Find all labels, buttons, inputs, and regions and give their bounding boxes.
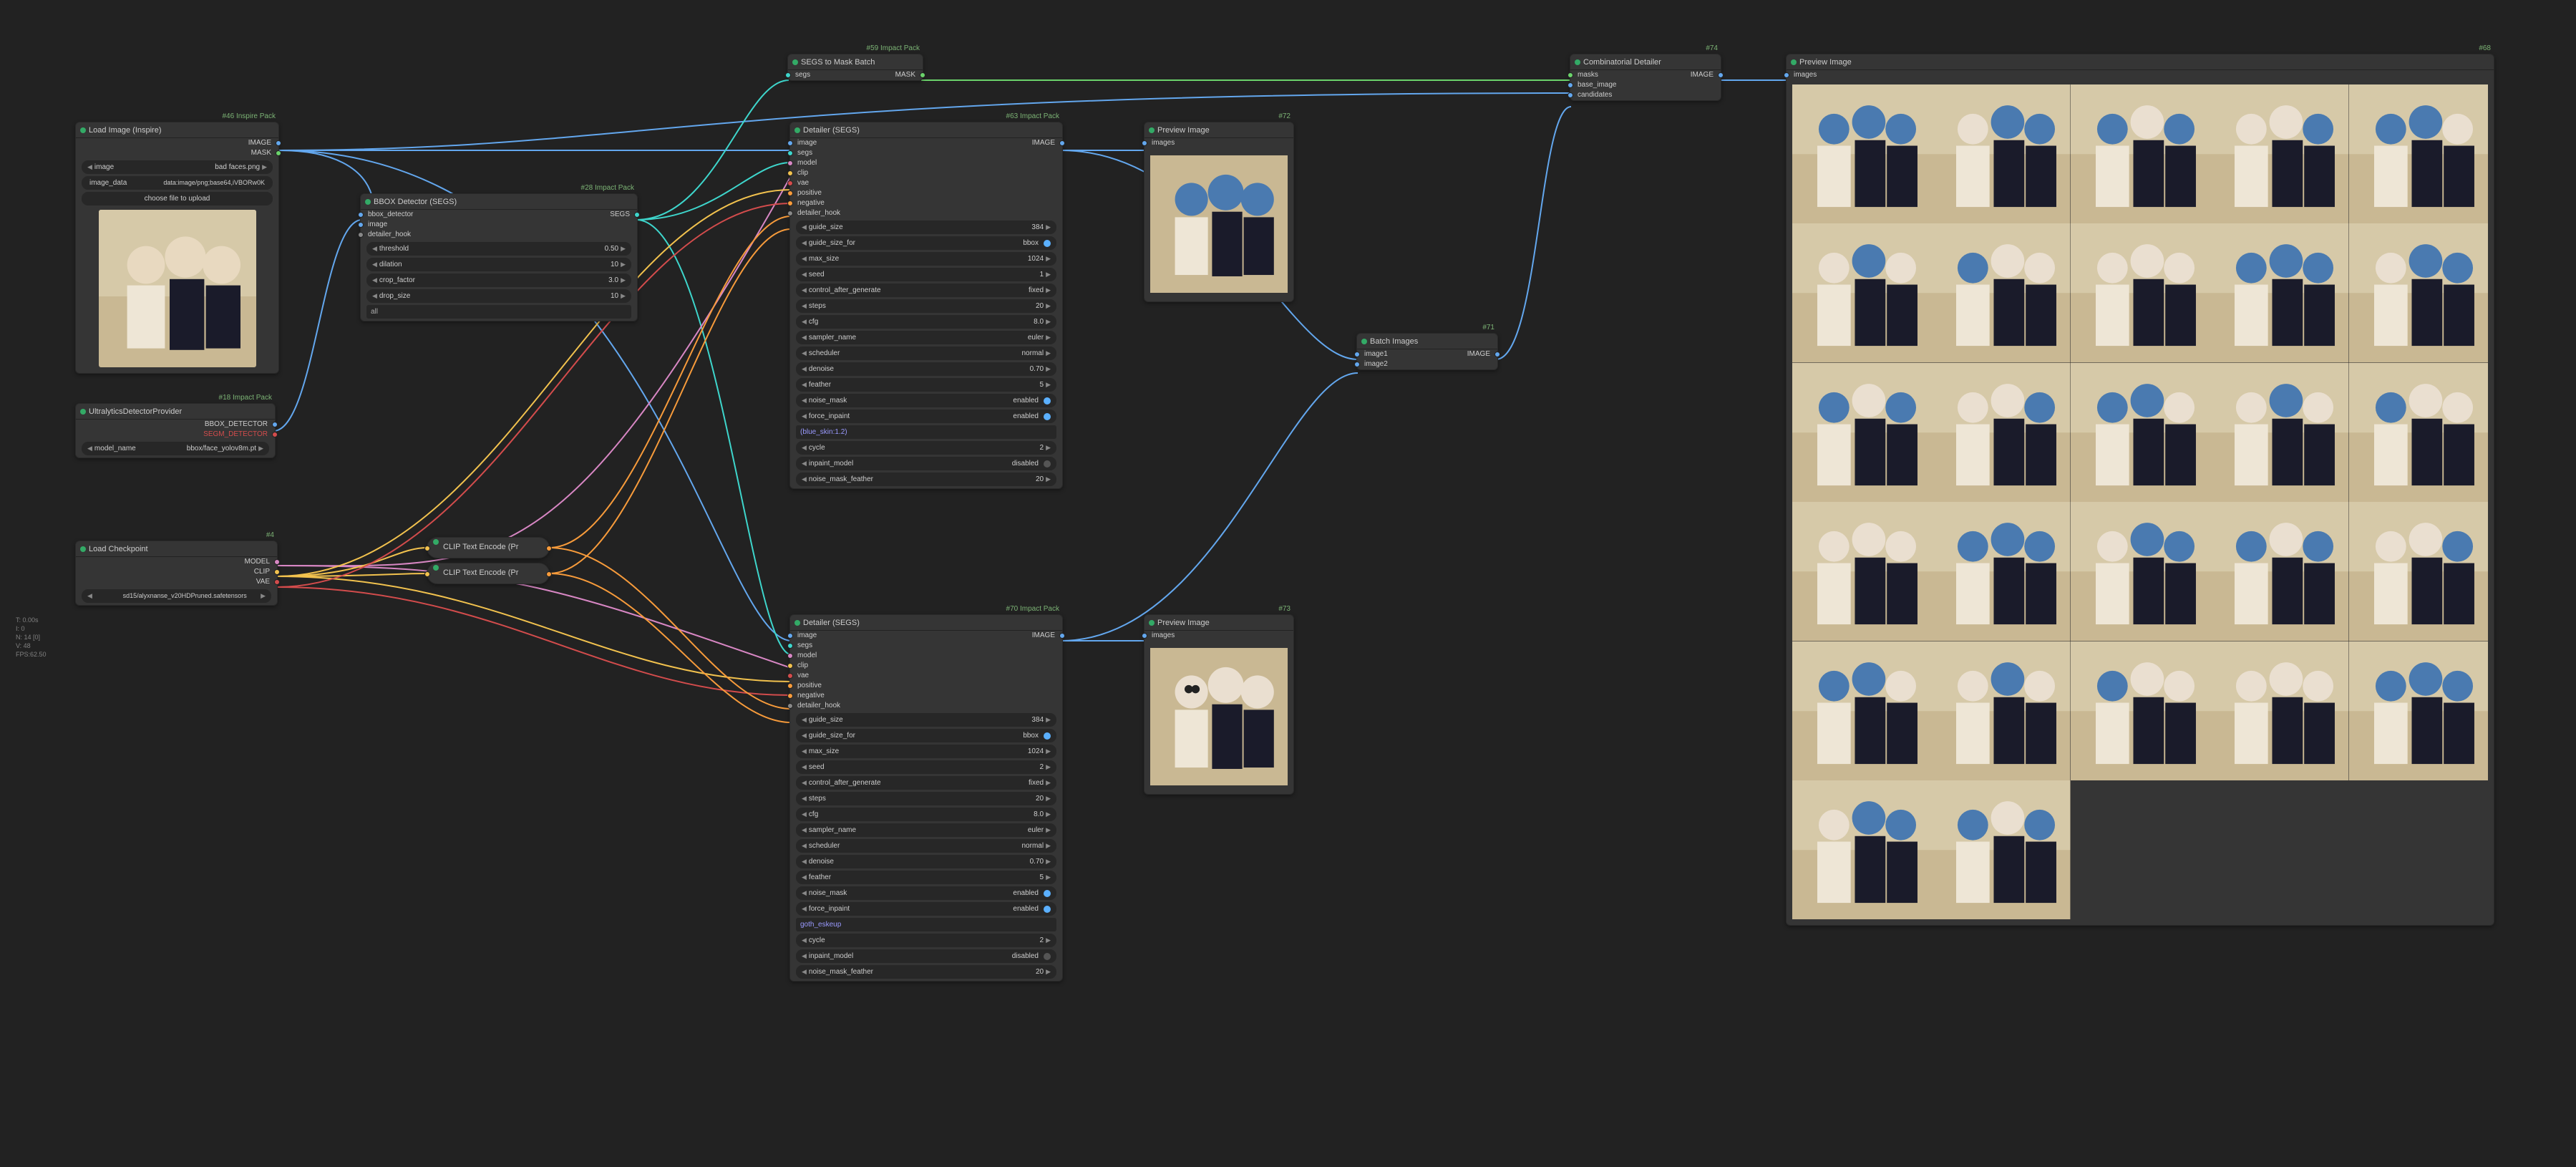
upload-button[interactable]: choose file to upload: [82, 192, 273, 205]
node-detailer-2[interactable]: #70 Impact Pack Detailer (SEGS) imageIMA…: [789, 614, 1063, 982]
node-preview-1[interactable]: #72 Preview Image images: [1144, 122, 1294, 302]
node-badge: #70 Impact Pack: [1006, 605, 1059, 613]
node-title[interactable]: UltralyticsDetectorProvider: [76, 404, 275, 420]
widget-image[interactable]: ◀imagebad faces.png▶: [82, 160, 273, 174]
node-title[interactable]: Load Image (Inspire): [76, 122, 278, 138]
node-badge: #74: [1706, 44, 1718, 52]
node-ultralytics[interactable]: #18 Impact Pack UltralyticsDetectorProvi…: [75, 403, 276, 458]
node-badge: #18 Impact Pack: [219, 394, 272, 402]
widget-labels[interactable]: all: [366, 305, 631, 319]
preview-thumb: [1150, 645, 1288, 788]
node-badge: #71: [1482, 324, 1494, 331]
debug-stats: T: 0.00sI: 0N: 14 [0]V: 48FPS:62.50: [16, 616, 47, 659]
node-segs-to-mask[interactable]: #59 Impact Pack SEGS to Mask Batch segsM…: [787, 54, 923, 81]
widget-modelname[interactable]: ◀model_namebbox/face_yolov8m.pt▶: [82, 442, 269, 455]
widget-ckpt[interactable]: ◀sd15/alyxnanse_v20HDPruned.safetensors▶: [82, 589, 271, 603]
node-load-checkpoint[interactable]: #4 Load Checkpoint MODEL CLIP VAE ◀sd15/…: [75, 541, 278, 606]
node-clip-encode-2[interactable]: CLIP Text Encode (Pr: [427, 563, 550, 584]
node-combinatorial[interactable]: #74 Combinatorial Detailer masksIMAGE ba…: [1570, 54, 1721, 101]
node-badge: #4: [266, 531, 274, 539]
node-title[interactable]: SEGS to Mask Batch: [788, 54, 923, 70]
node-bbox-detector[interactable]: #28 Impact Pack BBOX Detector (SEGS) bbo…: [360, 193, 638, 321]
node-title[interactable]: Detailer (SEGS): [790, 615, 1062, 631]
node-preview-grid[interactable]: #68 Preview Image images: [1786, 54, 2494, 926]
image-thumb: [99, 210, 256, 367]
node-badge: #73: [1278, 605, 1291, 613]
node-title[interactable]: Preview Image: [1144, 615, 1293, 631]
node-title[interactable]: Batch Images: [1357, 334, 1497, 349]
node-preview-2[interactable]: #73 Preview Image images: [1144, 614, 1294, 795]
node-title[interactable]: Detailer (SEGS): [790, 122, 1062, 138]
node-badge: #46 Inspire Pack: [223, 112, 276, 120]
node-title[interactable]: Preview Image: [1787, 54, 2494, 70]
preview-grid: [1792, 84, 2488, 919]
node-title[interactable]: BBOX Detector (SEGS): [361, 194, 637, 210]
node-load-image[interactable]: #46 Inspire Pack Load Image (Inspire) IM…: [75, 122, 279, 374]
node-badge: #72: [1278, 112, 1291, 120]
preview-thumb: [1150, 152, 1288, 296]
node-badge: #28 Impact Pack: [581, 184, 634, 192]
node-badge: #59 Impact Pack: [867, 44, 920, 52]
node-badge: #63 Impact Pack: [1006, 112, 1059, 120]
node-detailer-1[interactable]: #63 Impact Pack Detailer (SEGS) imageIMA…: [789, 122, 1063, 489]
node-title[interactable]: Combinatorial Detailer: [1570, 54, 1721, 70]
node-title[interactable]: Preview Image: [1144, 122, 1293, 138]
node-title[interactable]: Load Checkpoint: [76, 541, 277, 557]
node-clip-encode-1[interactable]: CLIP Text Encode (Pr: [427, 537, 550, 558]
node-badge: #68: [2479, 44, 2491, 52]
widget-imagedata[interactable]: image_datadata:image/png;base64,iVBORw0K: [82, 176, 273, 190]
node-batch-images[interactable]: #71 Batch Images image1IMAGE image2: [1356, 333, 1498, 370]
